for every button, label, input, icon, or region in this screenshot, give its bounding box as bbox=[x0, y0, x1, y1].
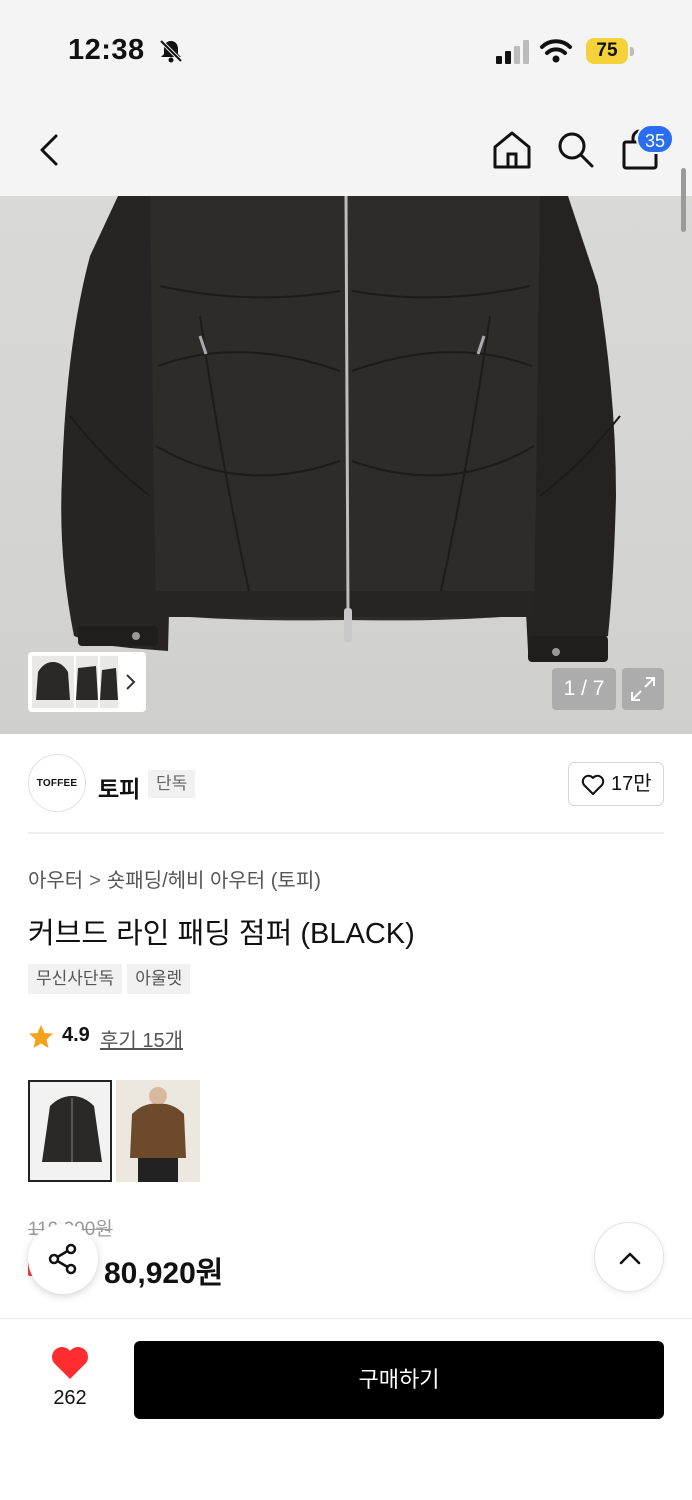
battery-level: 75 bbox=[586, 38, 628, 64]
wifi-icon bbox=[540, 39, 572, 63]
battery-cap bbox=[630, 47, 634, 56]
heart-outline-icon bbox=[581, 774, 605, 795]
expand-button[interactable] bbox=[622, 668, 664, 710]
back-icon[interactable] bbox=[30, 128, 70, 172]
chevron-right-icon[interactable] bbox=[124, 672, 138, 692]
brand-exclusive-tag: 단독 bbox=[148, 770, 196, 798]
status-time: 12:38 bbox=[68, 34, 145, 66]
color-black-thumbnail bbox=[42, 1096, 102, 1162]
gallery-thumbnail-strip[interactable] bbox=[28, 652, 146, 712]
color-brown-thumbnail bbox=[130, 1087, 186, 1182]
breadcrumb-separator-icon: > bbox=[89, 870, 101, 892]
rating-value: 4.9 bbox=[62, 1024, 90, 1046]
wish-count: 262 bbox=[53, 1387, 87, 1409]
breadcrumb-item-category[interactable]: 숏패딩/헤비 아우터 (토피) bbox=[107, 870, 321, 892]
bell-muted-icon bbox=[159, 39, 183, 63]
review-count-link[interactable]: 후기 15개 bbox=[100, 1024, 183, 1053]
breadcrumb: 아우터 > 숏패딩/헤비 아우터 (토피) bbox=[28, 864, 321, 893]
product-title: 커브드 라인 패딩 점퍼 (BLACK) bbox=[28, 918, 415, 950]
chevron-up-icon bbox=[619, 1252, 641, 1265]
battery-icon: 75 bbox=[586, 38, 634, 64]
app-header bbox=[0, 100, 692, 196]
page-scrollbar[interactable] bbox=[681, 168, 686, 232]
tag-musinsa-exclusive: 무신사단독 bbox=[28, 964, 123, 994]
search-icon[interactable] bbox=[554, 128, 598, 172]
heart-filled-icon[interactable] bbox=[50, 1345, 90, 1381]
brand-row: TOFFEE 토피 단독 17만 bbox=[0, 734, 692, 834]
share-button[interactable] bbox=[28, 1224, 98, 1294]
expand-icon bbox=[631, 677, 655, 701]
color-option-brown[interactable] bbox=[116, 1080, 200, 1182]
brand-like-button[interactable]: 17만 bbox=[568, 762, 664, 806]
bottom-action-bar: 262 구매하기 bbox=[0, 1318, 692, 1500]
product-tags: 무신사단독 아울렛 bbox=[28, 964, 195, 994]
signal-icon bbox=[496, 40, 529, 64]
buy-button[interactable]: 구매하기 bbox=[134, 1341, 664, 1419]
breadcrumb-item-outer[interactable]: 아우터 bbox=[28, 870, 83, 892]
brand-name[interactable]: 토피 bbox=[98, 770, 140, 804]
page-indicator: 1 / 7 bbox=[552, 668, 616, 710]
share-icon bbox=[48, 1243, 77, 1275]
tag-outlet: 아울렛 bbox=[127, 964, 191, 994]
home-icon[interactable] bbox=[490, 128, 534, 172]
cart-count-badge: 35 bbox=[636, 124, 674, 154]
star-icon bbox=[29, 1025, 53, 1048]
scroll-top-button[interactable] bbox=[594, 1222, 664, 1292]
sale-price: 80,920원 bbox=[104, 1257, 224, 1290]
color-option-black[interactable] bbox=[28, 1080, 112, 1182]
brand-logo[interactable]: TOFFEE bbox=[28, 754, 86, 812]
product-image-gallery[interactable]: 1 / 7 bbox=[0, 196, 692, 734]
section-divider bbox=[28, 832, 664, 834]
brand-like-count: 17만 bbox=[611, 773, 652, 795]
status-bar: 12:38 75 bbox=[0, 0, 692, 100]
